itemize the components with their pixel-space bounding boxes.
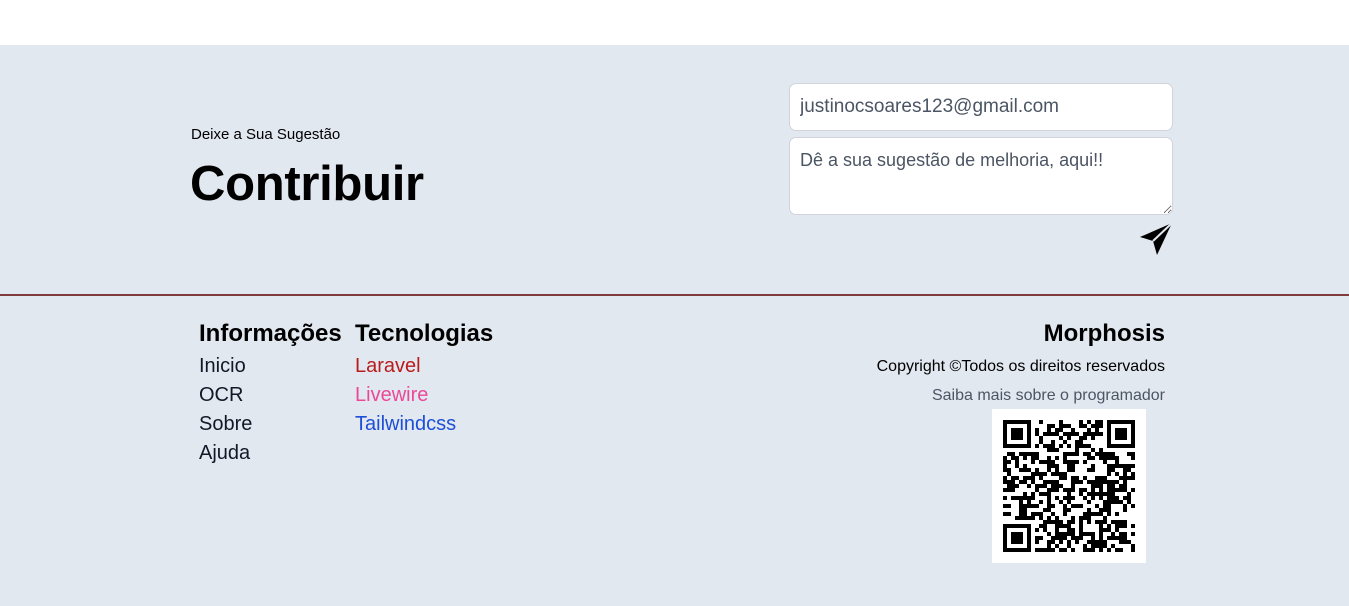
- contribute-kicker: Deixe a Sua Sugestão: [191, 126, 341, 143]
- send-button[interactable]: [1137, 221, 1175, 259]
- footer-divider: [0, 294, 1349, 296]
- top-bar: [0, 0, 1349, 45]
- footer-link-sobre[interactable]: Sobre: [199, 413, 252, 436]
- tech-link-laravel[interactable]: Laravel: [355, 355, 421, 378]
- email-field[interactable]: [789, 83, 1173, 131]
- footer-link-ocr[interactable]: OCR: [199, 384, 243, 407]
- copyright-text: Copyright ©Todos os direitos reservados: [876, 358, 1165, 375]
- suggestion-textarea[interactable]: [789, 137, 1173, 215]
- contribute-title: Contribuir: [190, 157, 424, 211]
- paper-plane-icon: [1140, 222, 1173, 255]
- qr-code[interactable]: [992, 409, 1146, 563]
- brand-name: Morphosis: [1043, 320, 1165, 347]
- footer-link-ajuda[interactable]: Ajuda: [199, 442, 250, 465]
- about-programmer-link[interactable]: Saiba mais sobre o programador: [932, 387, 1165, 405]
- footer-link-inicio[interactable]: Inicio: [199, 355, 246, 378]
- qr-code-icon: [1003, 420, 1135, 552]
- tech-link-tailwindcss[interactable]: Tailwindcss: [355, 413, 456, 436]
- tech-heading: Tecnologias: [355, 320, 494, 347]
- info-heading: Informações: [199, 320, 342, 347]
- tech-link-livewire[interactable]: Livewire: [355, 384, 428, 407]
